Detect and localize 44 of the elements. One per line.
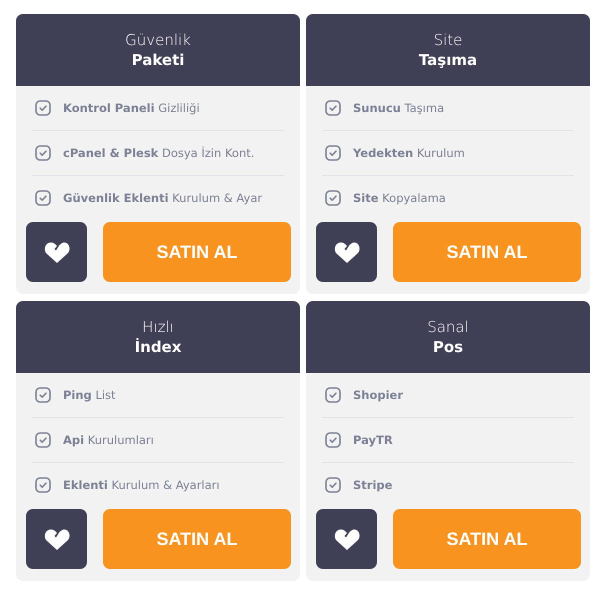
buy-button[interactable]: SATIN AL bbox=[103, 222, 291, 282]
favorite-button[interactable] bbox=[316, 509, 377, 569]
card-title: Hızlı bbox=[142, 317, 174, 337]
card-title: Güvenlik bbox=[125, 30, 191, 50]
checkbox-icon bbox=[35, 387, 51, 403]
feature-text: Site Kopyalama bbox=[353, 191, 446, 205]
card-subtitle: Paketi bbox=[132, 50, 184, 70]
checkbox-icon bbox=[35, 145, 51, 161]
feature-text: Stripe bbox=[353, 478, 392, 492]
feature-text: Shopier bbox=[353, 388, 404, 402]
feature-text: Kontrol Paneli Gizliliği bbox=[63, 101, 200, 115]
checkbox-icon bbox=[35, 190, 51, 206]
buy-button[interactable]: SATIN AL bbox=[393, 509, 581, 569]
card-title: Site bbox=[434, 30, 462, 50]
buy-button[interactable]: SATIN AL bbox=[393, 222, 581, 282]
checkbox-icon bbox=[325, 100, 341, 116]
heart-icon bbox=[44, 528, 70, 550]
card-subtitle: Pos bbox=[432, 337, 464, 357]
checkbox-icon bbox=[325, 387, 341, 403]
favorite-button[interactable] bbox=[26, 222, 87, 282]
favorite-button[interactable] bbox=[26, 509, 87, 569]
card-title: Sanal bbox=[427, 317, 469, 337]
feature-text: PayTR bbox=[353, 433, 393, 447]
checkbox-icon bbox=[325, 477, 341, 493]
card-subtitle: İndex bbox=[134, 337, 182, 357]
feature-text: Sunucu Taşıma bbox=[353, 101, 444, 115]
card-subtitle: Taşıma bbox=[418, 50, 478, 70]
heart-icon bbox=[334, 240, 360, 264]
checkbox-icon bbox=[35, 432, 51, 448]
checkbox-icon bbox=[35, 100, 51, 116]
checkbox-icon bbox=[325, 190, 341, 206]
favorite-button[interactable] bbox=[316, 222, 377, 282]
buy-button[interactable]: SATIN AL bbox=[103, 509, 291, 569]
heart-icon bbox=[44, 240, 70, 264]
feature-text: Eklenti Kurulum & Ayarları bbox=[63, 478, 220, 492]
feature-text: Ping List bbox=[63, 388, 116, 402]
heart-icon bbox=[334, 528, 360, 550]
feature-text: Güvenlik Eklenti Kurulum & Ayar bbox=[63, 191, 262, 205]
checkbox-icon bbox=[325, 432, 341, 448]
feature-text: Api Kurulumları bbox=[63, 433, 154, 447]
checkbox-icon bbox=[35, 477, 51, 493]
feature-text: cPanel & Plesk Dosya İzin Kont. bbox=[63, 146, 254, 160]
checkbox-icon bbox=[325, 145, 341, 161]
feature-text: Yedekten Kurulum bbox=[353, 146, 465, 160]
